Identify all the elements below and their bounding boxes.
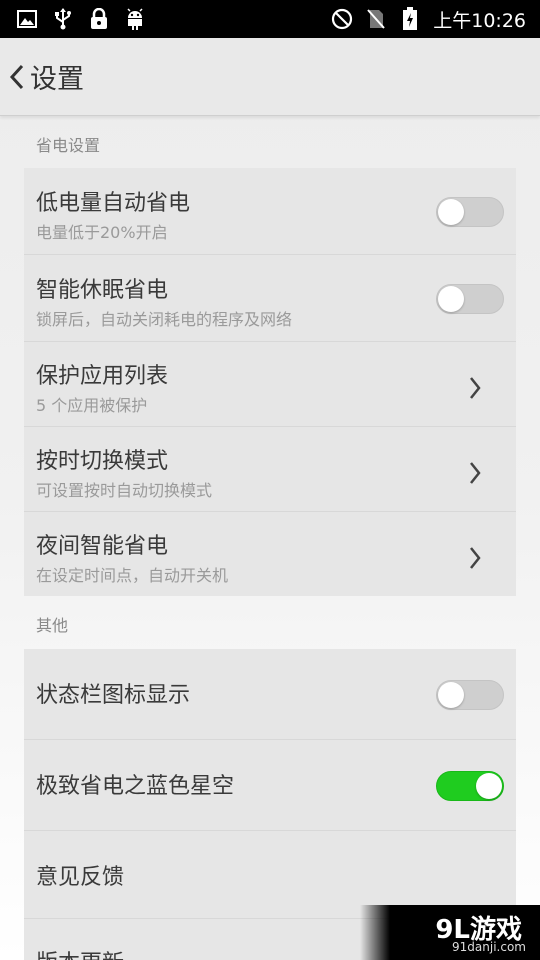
blue-starry-sky-toggle[interactable]	[436, 771, 504, 801]
toggle-knob	[438, 286, 464, 312]
chevron-right-icon	[470, 377, 481, 399]
smart-sleep-toggle[interactable]	[436, 284, 504, 314]
no-sim-icon	[365, 8, 387, 30]
row-subtitle: 在设定时间点，自动开关机	[36, 566, 229, 585]
row-night-saver[interactable]: 夜间智能省电 在设定时间点，自动开关机	[24, 512, 516, 596]
chevron-right-icon	[470, 547, 481, 569]
row-protected-apps[interactable]: 保护应用列表 5 个应用被保护	[24, 342, 516, 427]
android-icon	[124, 8, 146, 30]
battery-icon	[399, 7, 421, 30]
app-header: 设置	[0, 38, 540, 116]
status-bar: 上午10:26	[0, 0, 540, 38]
status-time: 上午10:26	[433, 9, 526, 32]
row-title: 夜间智能省电	[36, 534, 169, 559]
gallery-icon	[16, 8, 38, 30]
row-low-power-saver[interactable]: 低电量自动省电 电量低于20%开启	[24, 168, 516, 255]
lock-icon	[88, 8, 110, 30]
row-title: 按时切换模式	[36, 449, 169, 474]
row-subtitle: 电量低于20%开启	[36, 223, 168, 242]
low-power-toggle[interactable]	[436, 197, 504, 227]
power-settings-card: 低电量自动省电 电量低于20%开启 智能休眠省电 锁屏后，自动关闭耗电的程序及网…	[24, 168, 516, 596]
chevron-right-icon	[470, 462, 481, 484]
row-title: 保护应用列表	[36, 364, 169, 389]
do-not-disturb-icon	[331, 8, 353, 30]
chevron-left-icon	[9, 64, 24, 89]
row-subtitle: 可设置按时自动切换模式	[36, 481, 213, 500]
row-timed-mode[interactable]: 按时切换模式 可设置按时自动切换模式	[24, 427, 516, 512]
row-subtitle: 锁屏后，自动关闭耗电的程序及网络	[36, 310, 293, 329]
status-icon-toggle[interactable]	[436, 680, 504, 710]
back-button[interactable]	[4, 57, 30, 97]
section-title-other: 其他	[36, 616, 69, 635]
row-title: 版本更新	[36, 945, 124, 960]
row-blue-starry-sky[interactable]: 极致省电之蓝色星空	[24, 740, 516, 831]
section-title-power: 省电设置	[36, 136, 101, 155]
row-title: 低电量自动省电	[36, 191, 191, 216]
row-title: 极致省电之蓝色星空	[36, 774, 235, 799]
usb-icon	[52, 8, 74, 30]
row-title: 意见反馈	[36, 865, 125, 890]
row-title: 智能休眠省电	[36, 278, 169, 303]
page-title: 设置	[30, 64, 84, 95]
row-smart-sleep[interactable]: 智能休眠省电 锁屏后，自动关闭耗电的程序及网络	[24, 255, 516, 342]
toggle-knob	[438, 199, 464, 225]
toggle-knob	[438, 682, 464, 708]
watermark-logo: 9L游戏 91danji.com	[360, 905, 540, 960]
watermark-url: 91danji.com	[452, 940, 526, 954]
row-title: 状态栏图标显示	[36, 683, 191, 708]
toggle-knob	[476, 773, 502, 799]
row-status-icon[interactable]: 状态栏图标显示	[24, 649, 516, 740]
row-subtitle: 5 个应用被保护	[36, 396, 148, 415]
